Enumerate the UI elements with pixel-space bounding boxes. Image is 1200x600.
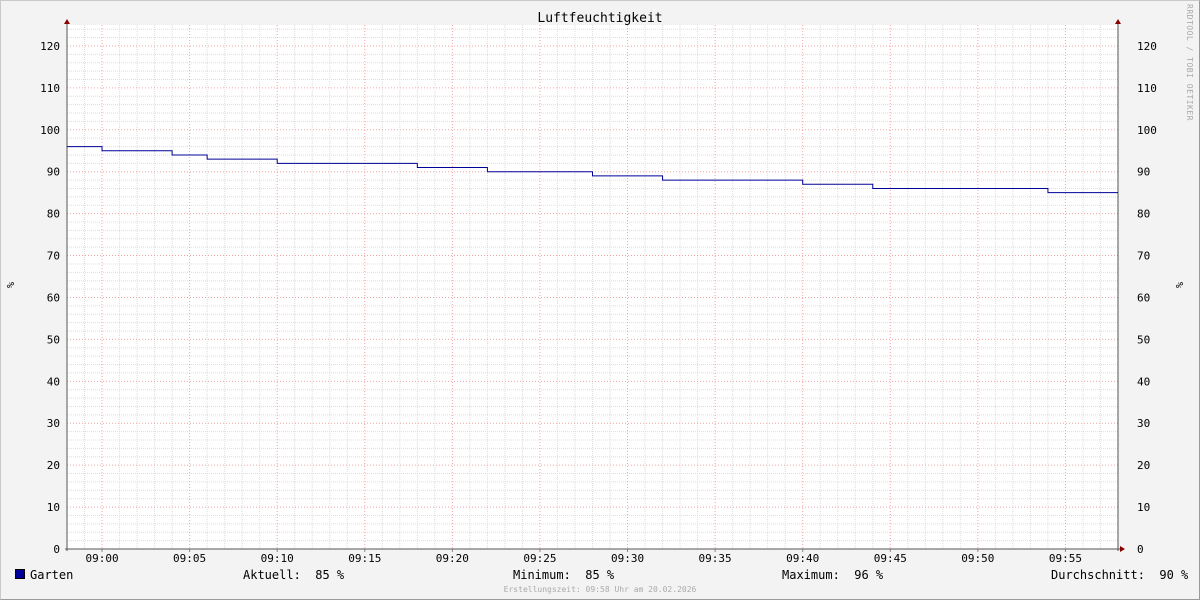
ytick-label-left: 50 <box>47 333 60 346</box>
legend: Garten Aktuell: 85 % Minimum: 85 % Maxim… <box>0 566 1200 584</box>
ytick-label-left: 70 <box>47 250 60 263</box>
xtick-label: 09:05 <box>173 552 206 565</box>
ytick-label-right: 110 <box>1137 82 1157 95</box>
stat-durchschnitt-value: 90 % <box>1159 568 1189 582</box>
x-axis-arrow <box>1120 546 1125 552</box>
ytick-label-right: 50 <box>1137 333 1150 346</box>
ytick-label-right: 80 <box>1137 208 1150 221</box>
stat-minimum-value: 85 % <box>585 568 615 582</box>
ytick-label-right: 100 <box>1137 124 1157 137</box>
legend-swatch-garten <box>15 569 25 579</box>
xtick-label: 09:45 <box>874 552 907 565</box>
xtick-label: 09:30 <box>611 552 644 565</box>
ytick-label-left: 100 <box>40 124 60 137</box>
stat-aktuell-label: Aktuell: <box>243 568 301 582</box>
xtick-label: 09:15 <box>348 552 381 565</box>
stat-aktuell-value: 85 % <box>315 568 345 582</box>
xtick-label: 09:50 <box>961 552 994 565</box>
ytick-label-left: 110 <box>40 82 60 95</box>
stat-maximum: Maximum: 96 % <box>782 568 883 582</box>
xtick-label: 09:25 <box>523 552 556 565</box>
ytick-label-right: 120 <box>1137 40 1157 53</box>
ytick-label-left: 80 <box>47 208 60 221</box>
stat-durchschnitt-label: Durchschnitt: <box>1051 568 1145 582</box>
ytick-label-left: 0 <box>53 543 60 556</box>
xtick-label: 09:55 <box>1049 552 1082 565</box>
ytick-label-left: 90 <box>47 166 60 179</box>
chart-plot: 0 10 20 30 40 50 60 70 80 90 100 110 120 0 10 20 30 40 50… <box>40 19 1157 565</box>
stat-durchschnitt: Durchschnitt: 90 % <box>1051 568 1188 582</box>
ytick-label-left: 40 <box>47 375 60 388</box>
legend-series-name: Garten <box>30 568 74 582</box>
xtick-label: 09:10 <box>261 552 294 565</box>
ytick-label-right: 70 <box>1137 250 1150 263</box>
stat-aktuell: Aktuell: 85 % <box>243 568 344 582</box>
ytick-label-left: 20 <box>47 459 60 472</box>
creation-timestamp: Erstellungszeit: 09:58 Uhr am 20.02.2026 <box>503 585 697 594</box>
stat-maximum-value: 96 % <box>854 568 884 582</box>
ytick-label-left: 10 <box>47 501 60 514</box>
ytick-label-right: 20 <box>1137 459 1150 472</box>
ytick-labels-left: 0 10 20 30 40 50 60 70 80 90 100 110 120 <box>40 40 60 556</box>
ytick-label-right: 0 <box>1137 543 1144 556</box>
ytick-label-right: 30 <box>1137 417 1150 430</box>
ytick-label-left: 30 <box>47 417 60 430</box>
ytick-label-left: 60 <box>47 291 60 304</box>
xtick-label: 09:20 <box>436 552 469 565</box>
y-axis-left-arrow <box>64 19 70 24</box>
ytick-label-right: 10 <box>1137 501 1150 514</box>
xtick-label: 09:00 <box>85 552 118 565</box>
ytick-label-right: 60 <box>1137 291 1150 304</box>
xtick-labels: 09:00 09:05 09:10 09:15 09:20 09:25 09:30 09:35… <box>85 552 1082 565</box>
stat-maximum-label: Maximum: <box>782 568 840 582</box>
xtick-label: 09:35 <box>699 552 732 565</box>
ytick-label-right: 40 <box>1137 375 1150 388</box>
ytick-labels-right: 0 10 20 30 40 50 60 70 80 90 100 110 120 <box>1137 40 1157 556</box>
xtick-label: 09:40 <box>786 552 819 565</box>
ytick-label-left: 120 <box>40 40 60 53</box>
y-axis-right-arrow <box>1115 19 1121 24</box>
ytick-label-right: 90 <box>1137 166 1150 179</box>
stat-minimum: Minimum: 85 % <box>513 568 614 582</box>
stat-minimum-label: Minimum: <box>513 568 571 582</box>
